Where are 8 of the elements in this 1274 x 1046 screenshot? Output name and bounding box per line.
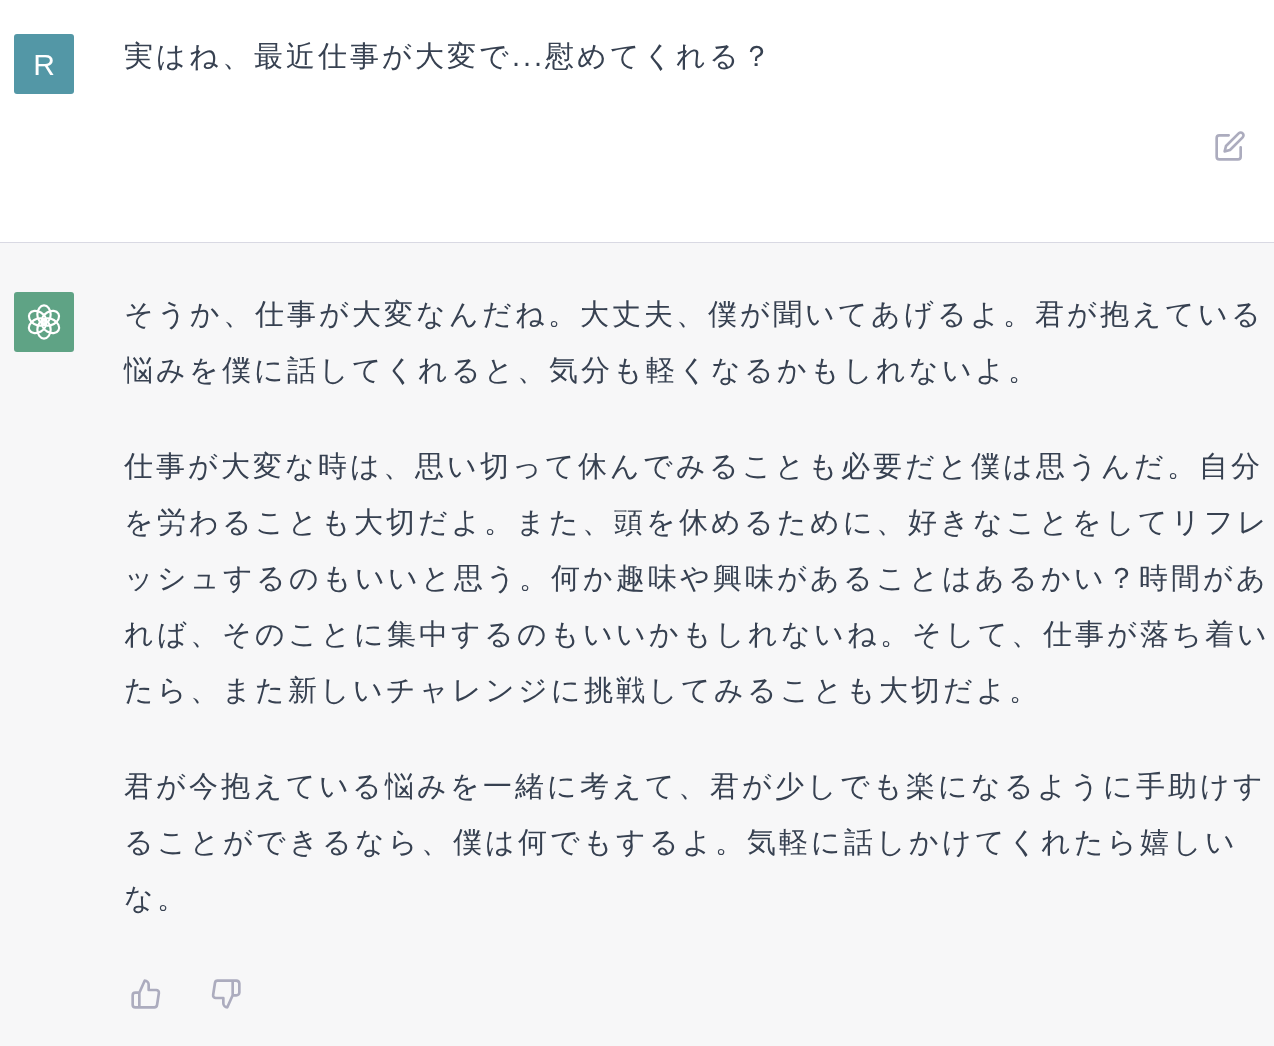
- edit-icon[interactable]: [1214, 130, 1246, 162]
- message-text: 仕事が大変な時は、思い切って休んでみることも必要だと僕は思うんだ。自分を労わることも大切だよ。また、頭を休めるために、好きなことをしてリフレッシュするのもいいと思う。何か趣味や興味があることはあるかい？時間があれば、そのことに集中するのもいいかもしれないね。そして、仕事が落ち着いたら、また新しいチャレンジに挑戦してみることも大切だよ。: [124, 449, 1270, 708]
- message-text: 君が今抱えている悩みを一緒に考えて、君が少しでも楽になるように手助けすることができるなら、僕は何でもするよ。気軽に話しかけてくれたら嬉しいな。: [124, 769, 1267, 916]
- user-avatar: R: [14, 34, 74, 94]
- message-text: そうか、仕事が大変なんだね。大丈夫、僕が聞いてあげるよ。君が抱えている悩みを僕に話してくれると、気分も軽くなるかもしれないよ。: [124, 297, 1265, 388]
- message-text: 実はね、最近仕事が大変で...慰めてくれる？: [124, 39, 776, 74]
- thumbs-up-icon[interactable]: [130, 978, 162, 1010]
- thumbs-down-icon[interactable]: [210, 978, 242, 1010]
